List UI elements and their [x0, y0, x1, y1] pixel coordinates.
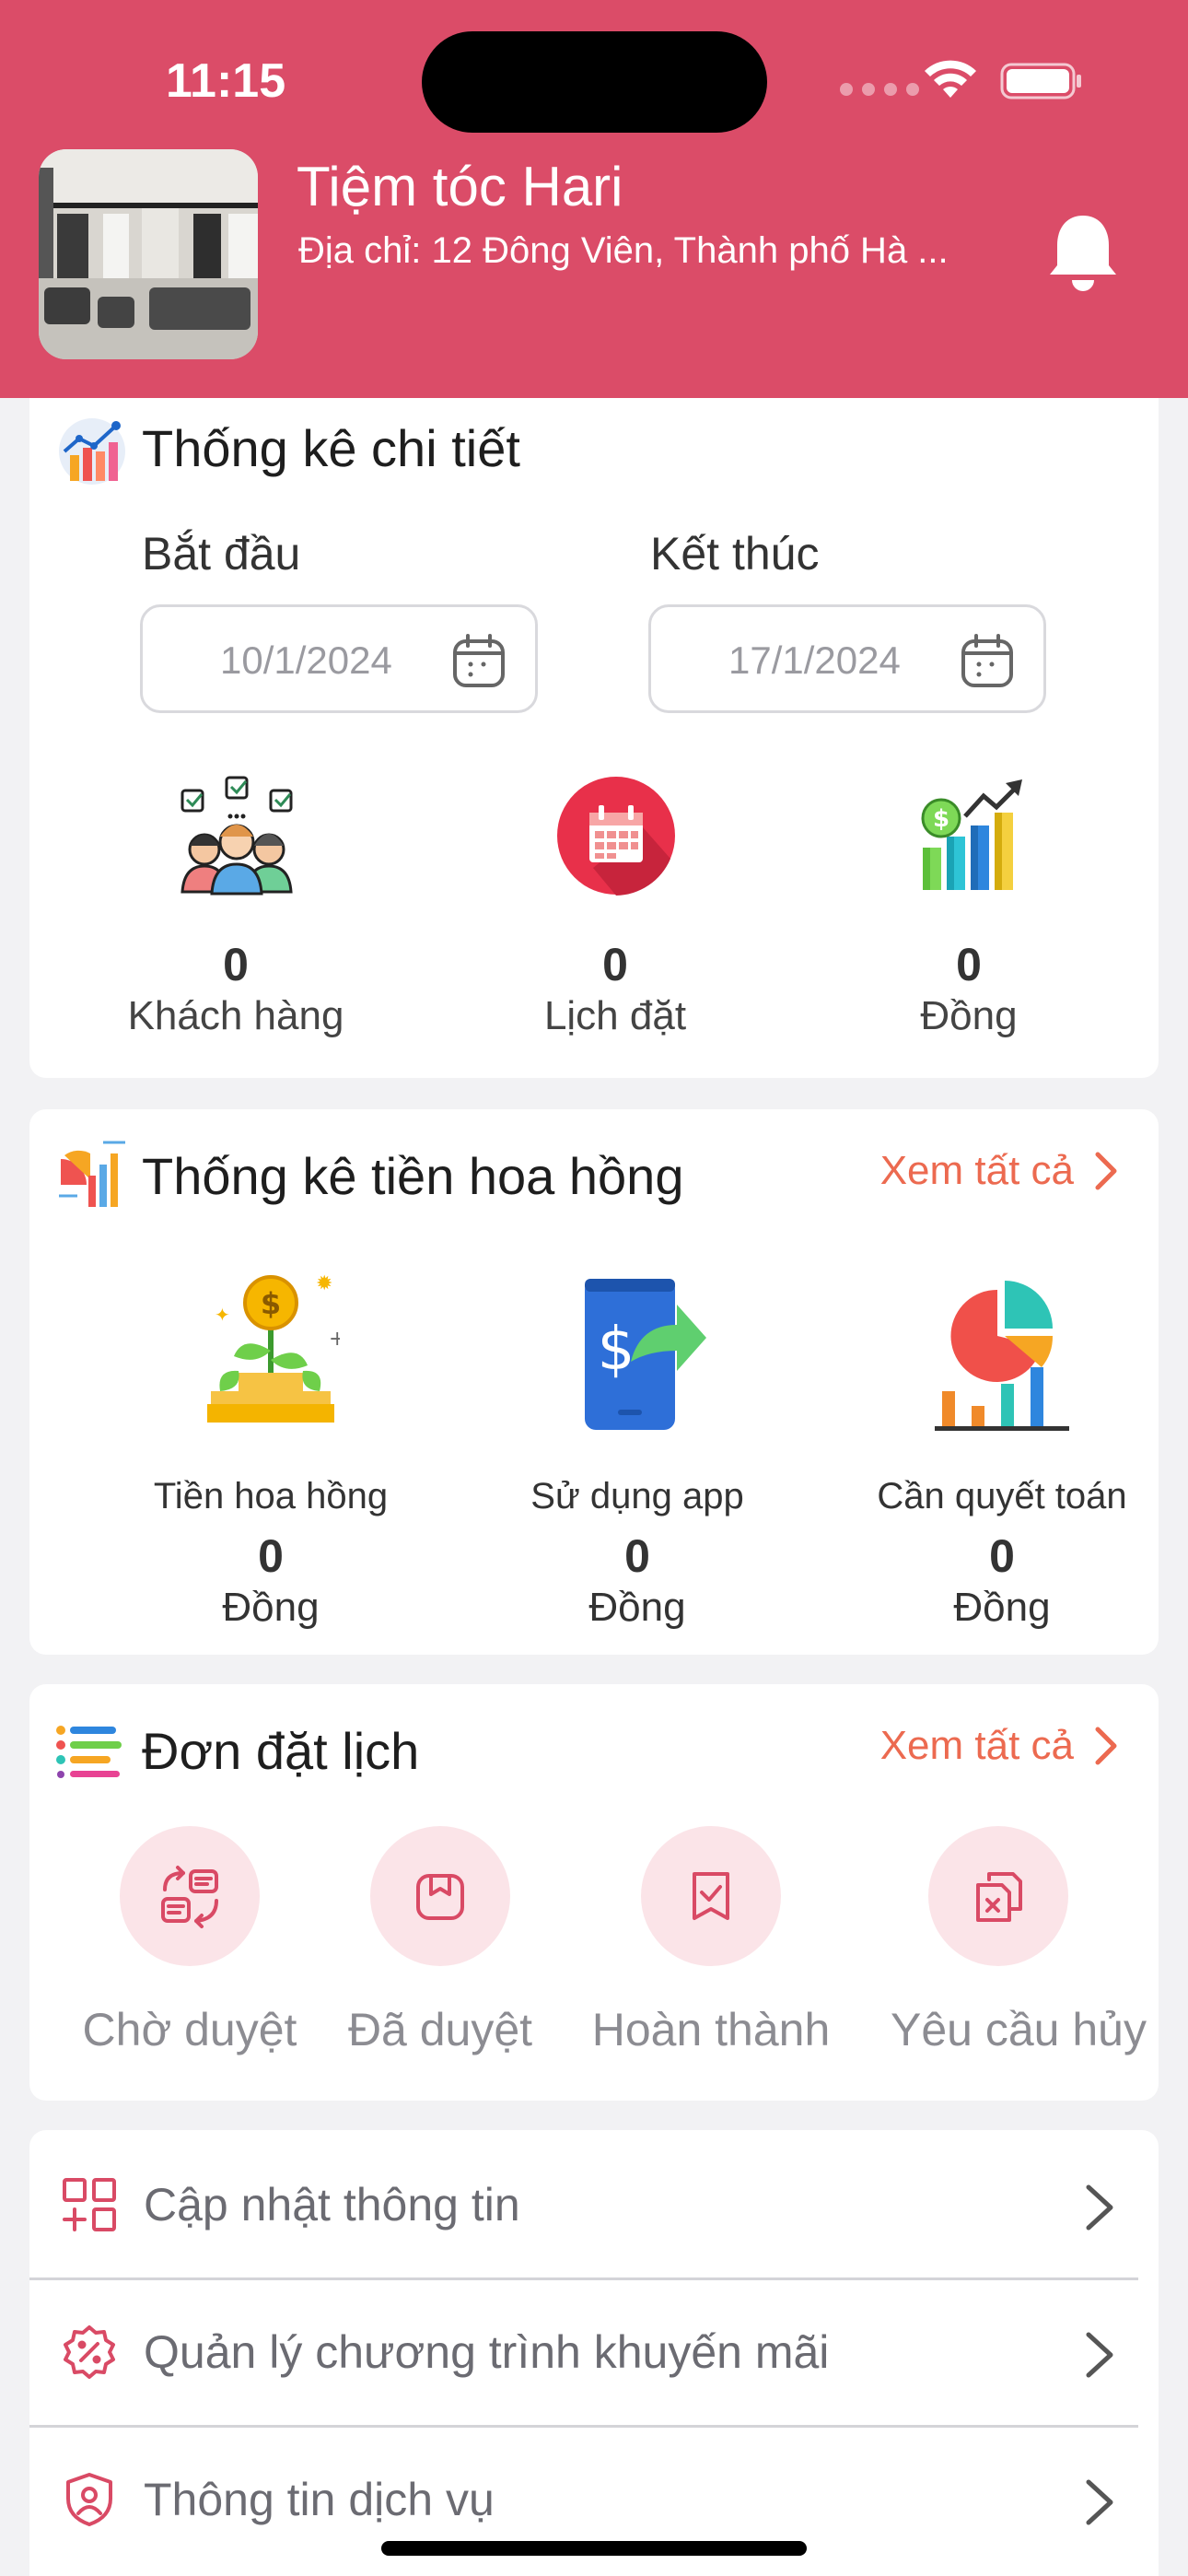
discount-badge-icon: [64, 2325, 115, 2379]
stats-title: Thống kê chi tiết: [142, 419, 520, 477]
money-plant-icon: $ ✦ ✹ +: [207, 1272, 340, 1423]
customers-label: Khách hàng: [127, 993, 344, 1038]
commission-earned-value: 0: [258, 1530, 284, 1582]
commission-title: Thống kê tiền hoa hồng: [142, 1147, 684, 1205]
svg-text:$: $: [933, 805, 949, 833]
commission-earned-unit: Đồng: [222, 1585, 320, 1630]
end-date-label: Kết thúc: [650, 528, 820, 580]
shop-avatar[interactable]: [39, 149, 258, 359]
chevron-right-icon: [1086, 2332, 1113, 2378]
cancel-request-label: Yêu cầu hủy: [891, 2004, 1147, 2055]
commission-card: Thống kê tiền hoa hồng Xem tất cả $ ✦ ✹ …: [29, 1109, 1159, 1655]
commission-app-label: Sử dụng app: [530, 1476, 744, 1516]
menu-service-info-label: Thông tin dịch vụ: [144, 2474, 495, 2525]
chevron-right-icon: [1086, 2184, 1113, 2231]
revenue-value: 0: [956, 939, 982, 990]
approved-label: Đã duyệt: [347, 2004, 533, 2055]
start-date-value: 10/1/2024: [220, 638, 392, 682]
revenue-label: Đồng: [920, 993, 1018, 1038]
calendar-icon: [557, 777, 675, 896]
end-date-value: 17/1/2024: [728, 638, 901, 682]
shop-address: Địa chỉ: 12 Đông Viên, Thành phố Hà ...: [298, 230, 949, 271]
grid-plus-icon: [63, 2178, 116, 2231]
pending-icon-circle: [120, 1826, 260, 1966]
status-time: 11:15: [166, 54, 286, 108]
commission-stats-icon: [59, 1141, 125, 1207]
customers-icon: [181, 776, 293, 896]
menu-promotions-label: Quản lý chương trình khuyến mãi: [144, 2326, 830, 2378]
cancel-request-icon: [976, 1872, 1022, 1922]
settings-menu: Cập nhật thông tin Quản lý chương trình …: [29, 2130, 1159, 2576]
phone-payment-icon: $: [585, 1279, 706, 1430]
cancel-request-icon-circle: [928, 1826, 1068, 1966]
notification-bell-icon[interactable]: [1046, 212, 1120, 299]
approved-icon-circle: [370, 1826, 510, 1966]
calendar-picker-icon: [453, 634, 505, 687]
chevron-right-icon: [1086, 2479, 1113, 2525]
chevron-right-icon: [1095, 1152, 1117, 1190]
home-indicator[interactable]: [381, 2541, 807, 2556]
bookings-card: Đơn đặt lịch Xem tất cả Chờ duyệt Đã duy…: [29, 1684, 1159, 2101]
svg-text:+: +: [329, 1328, 340, 1351]
see-all-label: Xem tất cả: [879, 1148, 1074, 1193]
commission-settle-label: Cần quyết toán: [877, 1476, 1127, 1516]
commission-settle-unit: Đồng: [953, 1585, 1051, 1630]
calendar-picker-icon: [961, 634, 1013, 687]
app-header: 11:15 Tiệm tóc Hari Địa chỉ: 12 Đông Viê: [0, 0, 1188, 398]
pie-chart-icon: [935, 1281, 1069, 1431]
chevron-right-icon: [1095, 1727, 1117, 1765]
pending-icon: [161, 1866, 218, 1928]
completed-icon-circle: [641, 1826, 781, 1966]
battery-icon: [1000, 63, 1081, 100]
completed-label: Hoàn thành: [591, 2004, 831, 2055]
stats-card: Thống kê chi tiết Bắt đầu Kết thúc 10/1/…: [29, 398, 1159, 1078]
approved-icon: [416, 1874, 464, 1920]
wifi-icon: [925, 60, 976, 98]
svg-text:$: $: [261, 1286, 281, 1321]
pending-label: Chờ duyệt: [82, 2004, 297, 2055]
start-date-label: Bắt đầu: [142, 528, 301, 580]
bookings-count: 0: [602, 939, 628, 990]
end-date-input[interactable]: 17/1/2024: [648, 604, 1046, 713]
menu-promotions[interactable]: Quản lý chương trình khuyến mãi: [29, 2277, 1159, 2425]
salon-photo: [39, 149, 258, 359]
dynamic-island: [422, 31, 767, 133]
start-date-input[interactable]: 10/1/2024: [140, 604, 538, 713]
commission-earned-label: Tiền hoa hồng: [153, 1476, 389, 1516]
menu-update-info[interactable]: Cập nhật thông tin: [29, 2130, 1159, 2277]
svg-text:✹: ✹: [316, 1272, 332, 1295]
customers-count: 0: [223, 939, 249, 990]
analytics-icon: [59, 418, 125, 485]
svg-text:✦: ✦: [215, 1304, 230, 1326]
list-icon: [56, 1726, 122, 1778]
completed-icon: [693, 1872, 729, 1920]
commission-settle-value: 0: [989, 1530, 1015, 1582]
bookings-see-all[interactable]: Xem tất cả: [880, 1723, 1118, 1769]
see-all-label: Xem tất cả: [879, 1723, 1074, 1768]
commission-see-all[interactable]: Xem tất cả: [880, 1148, 1118, 1194]
revenue-chart-icon: $: [921, 779, 1022, 890]
signal-icon: [840, 83, 919, 96]
bookings-title: Đơn đặt lịch: [142, 1722, 420, 1780]
svg-text:$: $: [598, 1316, 635, 1384]
commission-app-unit: Đồng: [588, 1585, 686, 1630]
bookings-label: Lịch đặt: [543, 993, 687, 1038]
shield-user-icon: [66, 2473, 112, 2526]
commission-app-value: 0: [624, 1530, 650, 1582]
shop-name: Tiệm tóc Hari: [297, 156, 623, 217]
menu-update-info-label: Cập nhật thông tin: [144, 2179, 520, 2231]
